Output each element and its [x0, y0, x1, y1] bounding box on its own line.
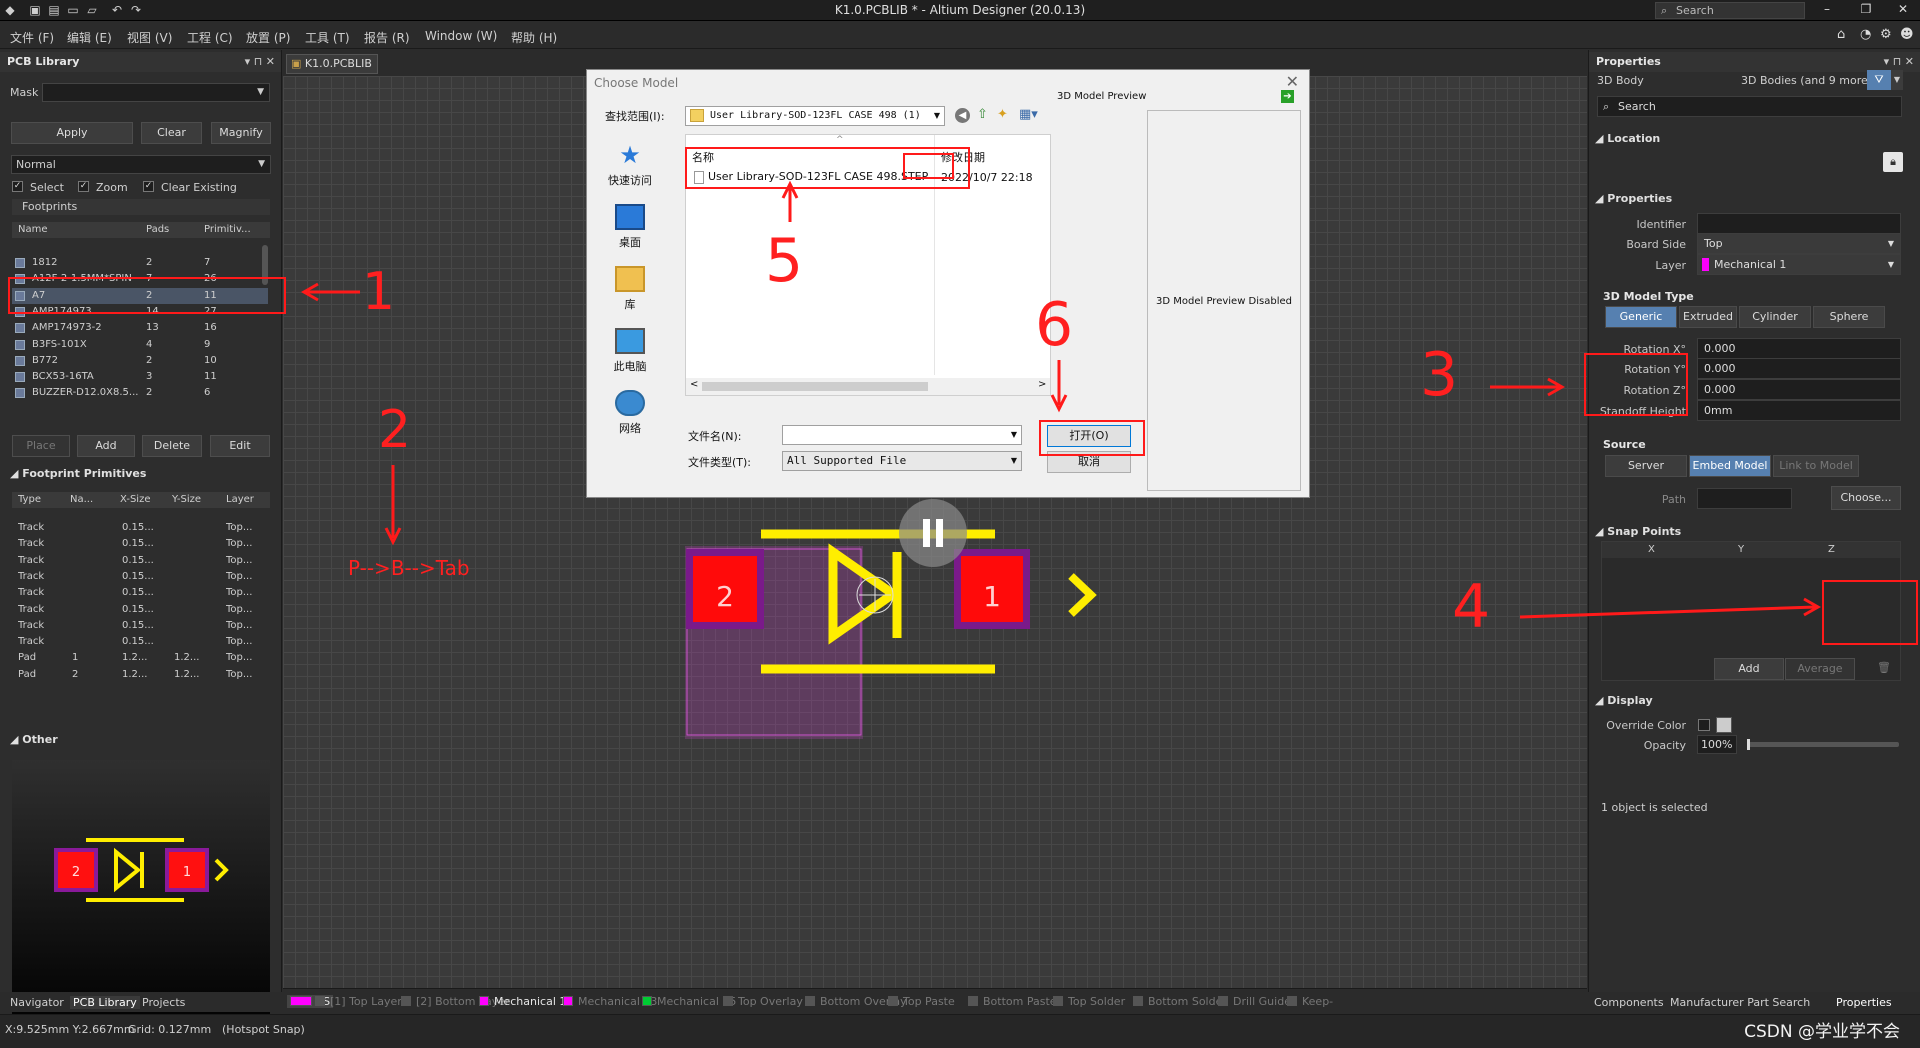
annotation-step-6: 6 [1035, 290, 1074, 360]
annotation-note-2: P-->B-->Tab [348, 556, 470, 580]
watermark: CSDN @学业学不会 [1744, 1022, 1900, 1042]
annotation-arrows [300, 180, 1822, 619]
annotation-step-2: 2 [378, 400, 412, 460]
annotation-step-5: 5 [765, 226, 804, 296]
annotation-step-1: 1 [362, 262, 396, 322]
annotation-step-3: 3 [1420, 340, 1459, 410]
annotation-step-4: 4 [1452, 572, 1491, 642]
